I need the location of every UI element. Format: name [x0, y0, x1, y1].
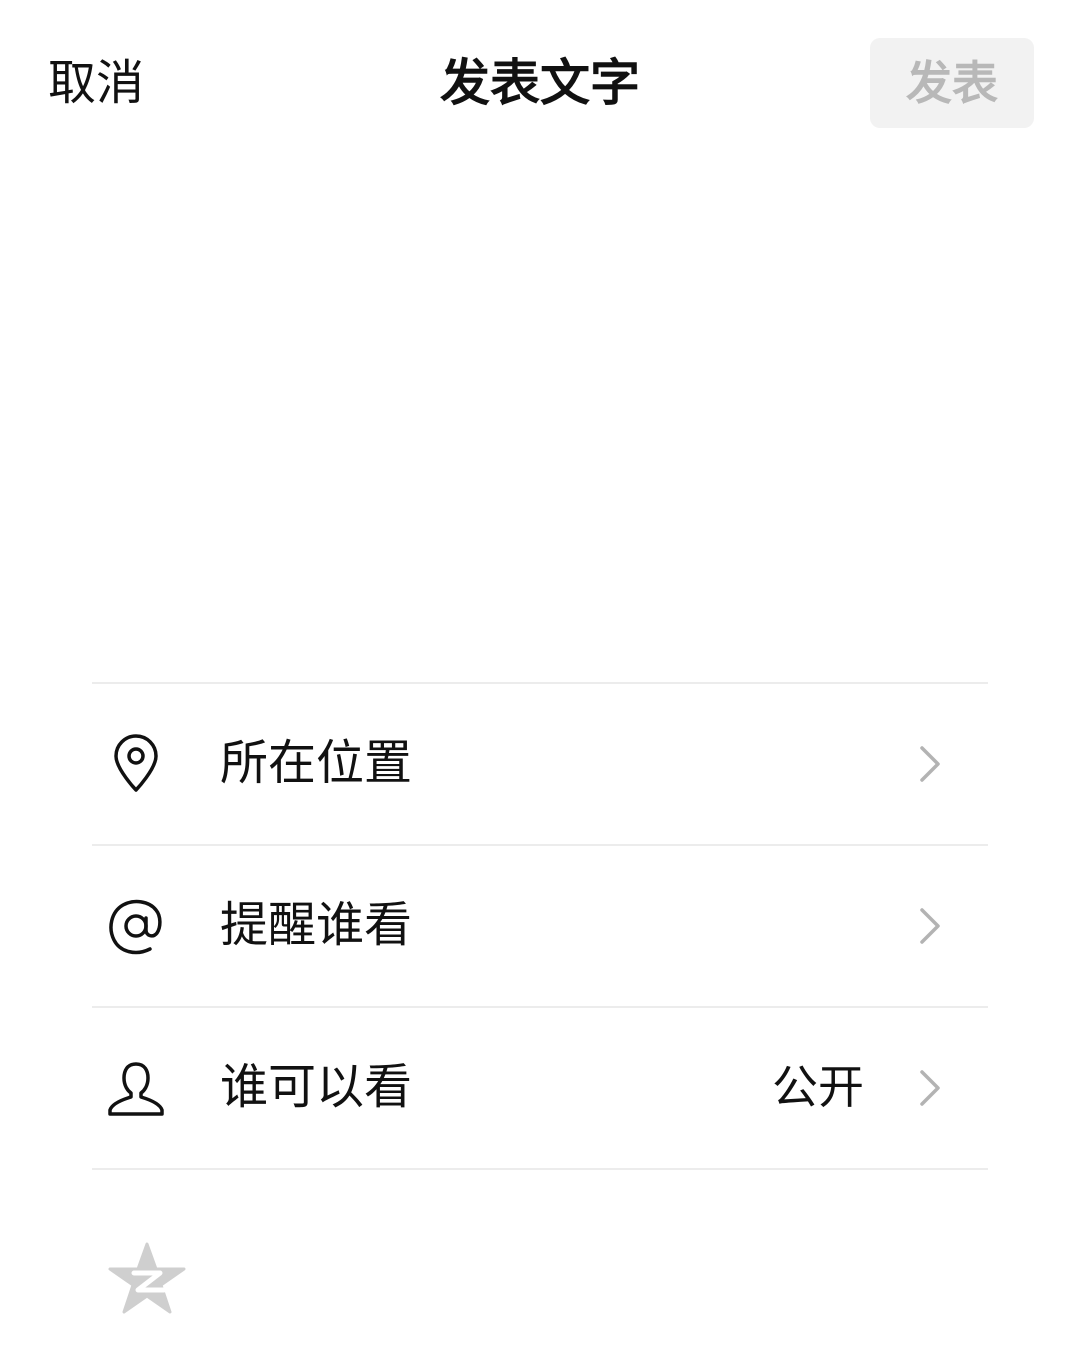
top-bar: 取消 发表文字 发表 — [0, 0, 1080, 170]
location-label: 所在位置 — [220, 735, 413, 791]
visibility-row[interactable]: 谁可以看 公开 — [92, 1008, 988, 1170]
text-compose-area[interactable] — [92, 170, 988, 670]
publish-button[interactable]: 发表 — [870, 38, 1034, 128]
at-sign-icon — [109, 899, 162, 955]
chevron-right-icon — [920, 746, 940, 782]
chevron-right-icon — [920, 908, 940, 944]
location-row[interactable]: 所在位置 — [92, 684, 988, 846]
mention-row[interactable]: 提醒谁看 — [92, 846, 988, 1008]
visibility-label: 谁可以看 — [220, 1059, 413, 1115]
mention-label: 提醒谁看 — [220, 897, 413, 953]
visibility-value: 公开 — [772, 1060, 864, 1114]
person-icon — [108, 1062, 164, 1116]
post-options-list: 所在位置 提醒谁看 谁可以看 公开 — [92, 682, 988, 1170]
location-pin-icon — [114, 734, 158, 792]
qzone-star-icon[interactable] — [108, 1242, 186, 1316]
chevron-right-icon — [920, 1070, 940, 1106]
